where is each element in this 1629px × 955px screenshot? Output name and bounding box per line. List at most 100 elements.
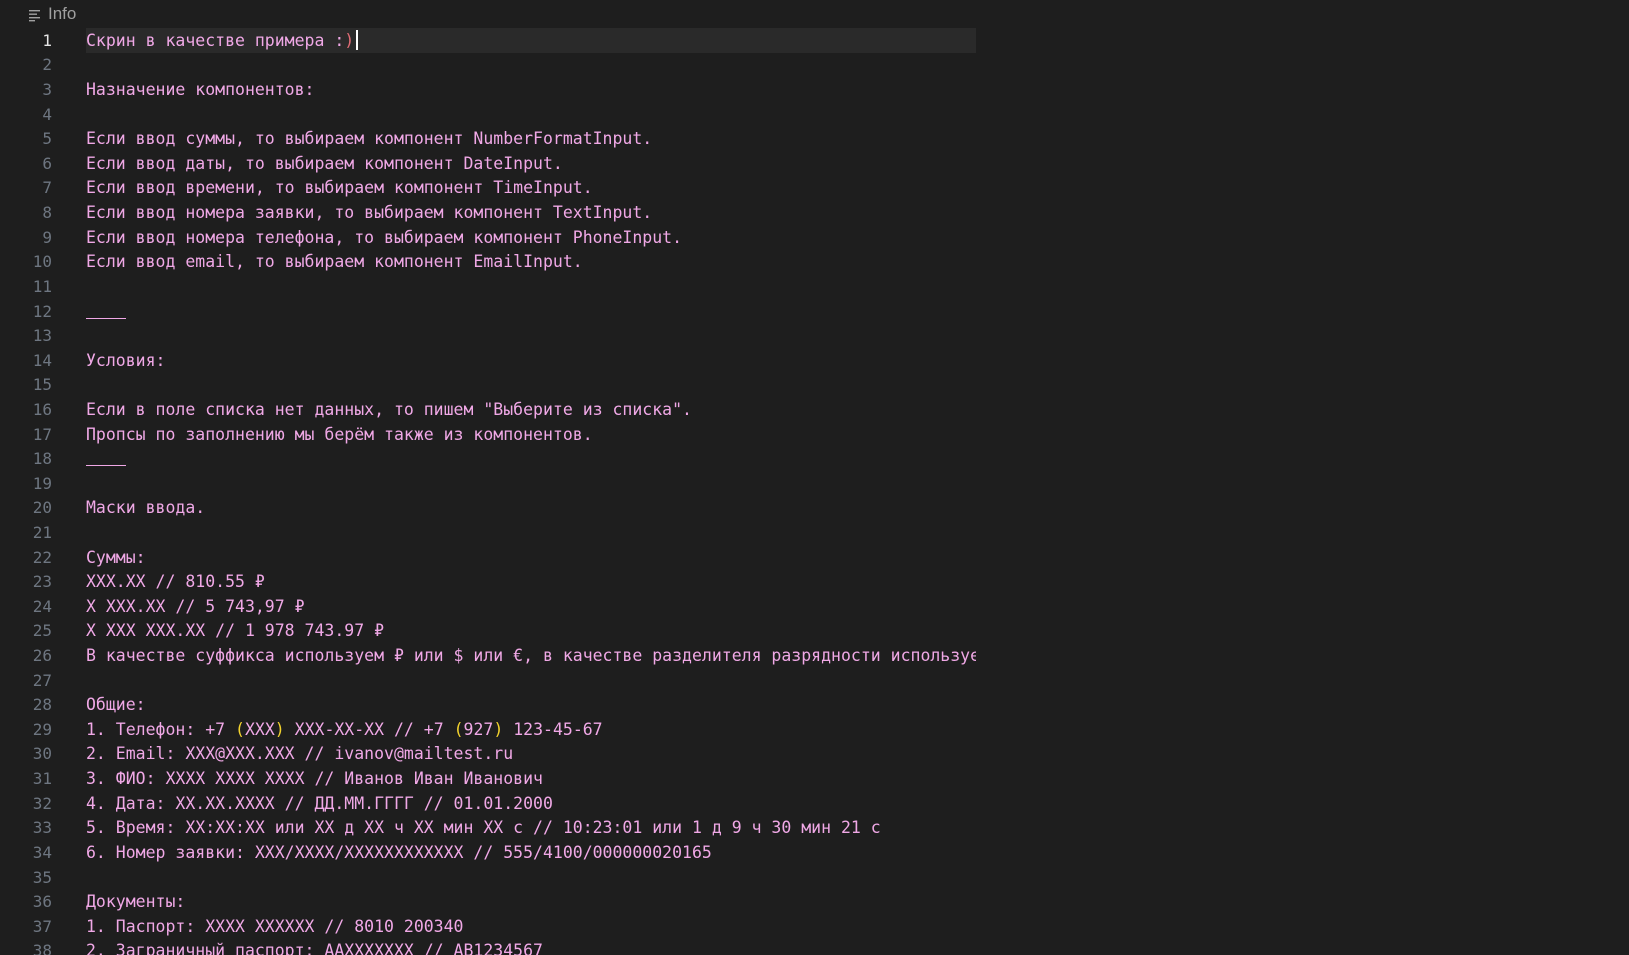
line-number: 8 xyxy=(42,203,52,223)
line-content: Если ввод номера заявки, то выбираем ком… xyxy=(86,200,976,225)
smile-paren-token: ) xyxy=(344,30,355,50)
text-token: 123-45-67 xyxy=(503,719,603,739)
editor-line[interactable]: 5 Если ввод суммы, то выбираем компонент … xyxy=(0,126,1629,151)
editor-line[interactable]: 15 xyxy=(0,373,1629,398)
editor-line[interactable]: 30 2. Email: XXX@XXX.XXX // ivanov@mailte… xyxy=(0,742,1629,767)
editor-line[interactable]: 38 2. Заграничный паспорт: AAXXXXXXX // A… xyxy=(0,939,1629,955)
line-number: 18 xyxy=(32,449,52,469)
editor-line[interactable]: 25 X XXX XXX.XX // 1 978 743.97 ₽ xyxy=(0,619,1629,644)
line-content: Условия: xyxy=(86,348,976,373)
editor-line[interactable]: 36 Документы: xyxy=(0,889,1629,914)
editor-line[interactable]: 19 xyxy=(0,471,1629,496)
editor-line[interactable]: 37 1. Паспорт: XXXX XXXXXX // 8010 200340 xyxy=(0,914,1629,939)
editor-line[interactable]: 24 X XXX.XX // 5 743,97 ₽ xyxy=(0,594,1629,619)
line-content: Если ввод номера телефона, то выбираем к… xyxy=(86,225,976,250)
editor-line[interactable]: 3 Назначение компонентов: xyxy=(0,77,1629,102)
editor-line[interactable]: 12 xyxy=(0,299,1629,324)
line-content: Назначение компонентов: xyxy=(86,77,976,102)
line-content: Документы: xyxy=(86,889,976,914)
line-number: 3 xyxy=(42,80,52,100)
editor-line[interactable]: 14 Условия: xyxy=(0,348,1629,373)
editor-line[interactable]: 22 Суммы: xyxy=(0,545,1629,570)
code-text: Назначение компонентов: xyxy=(86,80,315,100)
line-content xyxy=(86,102,976,127)
editor-line[interactable]: 11 xyxy=(0,274,1629,299)
editor-line[interactable]: 32 4. Дата: XX.XX.XXXX // ДД.ММ.ГГГГ // 0… xyxy=(0,791,1629,816)
line-number: 23 xyxy=(32,572,52,592)
editor-line[interactable]: 31 3. ФИО: XXXX XXXX XXXX // Иванов Иван … xyxy=(0,766,1629,791)
line-content: Если в поле списка нет данных, то пишем … xyxy=(86,397,976,422)
line-number: 7 xyxy=(42,178,52,198)
line-number: 12 xyxy=(32,301,52,321)
editor-line[interactable]: 27 xyxy=(0,668,1629,693)
editor-line[interactable]: 9 Если ввод номера телефона, то выбираем … xyxy=(0,225,1629,250)
editor-line[interactable]: 28 Общие: xyxy=(0,692,1629,717)
line-number: 16 xyxy=(32,399,52,419)
line-content xyxy=(86,373,976,398)
line-number: 1 xyxy=(42,30,52,50)
code-text: Маски ввода. xyxy=(86,498,206,518)
code-text: 4. Дата: XX.XX.XXXX // ДД.ММ.ГГГГ // 01.… xyxy=(86,793,553,813)
code-text: Если ввод номера заявки, то выбираем ком… xyxy=(86,203,653,223)
text-cursor xyxy=(356,30,359,51)
line-number: 25 xyxy=(32,621,52,641)
editor-line[interactable]: 34 6. Номер заявки: XXX/XXXX/XXXXXXXXXXXX… xyxy=(0,840,1629,865)
editor-line[interactable]: 2 xyxy=(0,53,1629,78)
code-text: 5. Время: XX:XX:XX или XX д XX ч XX мин … xyxy=(86,818,881,838)
code-text: 1. Телефон: +7 (XXX) XXX-XX-XX // +7 (92… xyxy=(86,720,603,739)
editor-line[interactable]: 35 xyxy=(0,865,1629,890)
code-text: Пропсы по заполнению мы берём также из к… xyxy=(86,424,593,444)
line-number: 35 xyxy=(32,867,52,887)
editor-line[interactable]: 8 Если ввод номера заявки, то выбираем ко… xyxy=(0,200,1629,225)
editor-line[interactable]: 4 xyxy=(0,102,1629,127)
line-content xyxy=(86,53,976,78)
code-text: Скрин в качестве примера : xyxy=(86,30,345,50)
line-content xyxy=(86,299,976,324)
editor-line[interactable]: 16 Если в поле списка нет данных, то пише… xyxy=(0,397,1629,422)
code-text: Если ввод даты, то выбираем компонент Da… xyxy=(86,153,563,173)
line-content: Пропсы по заполнению мы берём также из к… xyxy=(86,422,976,447)
line-content xyxy=(86,520,976,545)
code-editor[interactable]: 1 Скрин в качестве примера :) 2 3 Назначение… xyxy=(0,28,1629,955)
line-content: 1. Телефон: +7 (XXX) XXX-XX-XX // +7 (92… xyxy=(86,717,976,742)
line-content: 2. Email: XXX@XXX.XXX // ivanov@mailtest… xyxy=(86,742,976,767)
editor-line[interactable]: 6 Если ввод даты, то выбираем компонент D… xyxy=(0,151,1629,176)
line-content xyxy=(86,668,976,693)
line-number: 31 xyxy=(32,769,52,789)
editor-line[interactable]: 18 xyxy=(0,446,1629,471)
line-number: 32 xyxy=(32,793,52,813)
line-content xyxy=(86,323,976,348)
line-content: X XXX.XX // 5 743,97 ₽ xyxy=(86,594,976,619)
editor-line[interactable]: 21 xyxy=(0,520,1629,545)
line-number: 14 xyxy=(32,350,52,370)
editor-line[interactable]: 10 Если ввод email, то выбираем компонент… xyxy=(0,249,1629,274)
code-text: Документы: xyxy=(86,892,186,912)
line-number: 24 xyxy=(32,596,52,616)
code-text: Суммы: xyxy=(86,547,146,567)
line-number: 30 xyxy=(32,744,52,764)
editor-line[interactable]: 7 Если ввод времени, то выбираем компонен… xyxy=(0,176,1629,201)
line-content: Суммы: xyxy=(86,545,976,570)
editor-line[interactable]: 33 5. Время: XX:XX:XX или XX д XX ч XX ми… xyxy=(0,816,1629,841)
line-number: 6 xyxy=(42,153,52,173)
editor-line[interactable]: 1 Скрин в качестве примера :) xyxy=(0,28,1629,53)
line-content: 4. Дата: XX.XX.XXXX // ДД.ММ.ГГГГ // 01.… xyxy=(86,791,976,816)
editor-line[interactable]: 20 Маски ввода. xyxy=(0,496,1629,521)
line-number: 9 xyxy=(42,227,52,247)
line-number: 22 xyxy=(32,547,52,567)
line-number: 20 xyxy=(32,498,52,518)
editor-line[interactable]: 17 Пропсы по заполнению мы берём также из… xyxy=(0,422,1629,447)
editor-line[interactable]: 13 xyxy=(0,323,1629,348)
code-text: X XXX XXX.XX // 1 978 743.97 ₽ xyxy=(86,621,385,641)
editor-line[interactable]: 29 1. Телефон: +7 (XXX) XXX-XX-XX // +7 (… xyxy=(0,717,1629,742)
line-number: 29 xyxy=(32,719,52,739)
editor-line[interactable]: 26 В качестве суффикса используем ₽ или $… xyxy=(0,643,1629,668)
code-text: Общие: xyxy=(86,695,146,715)
breadcrumb[interactable]: Info xyxy=(28,0,76,28)
editor-line[interactable]: 23 XXX.XX // 810.55 ₽ xyxy=(0,569,1629,594)
code-text: Если ввод времени, то выбираем компонент… xyxy=(86,178,593,198)
code-text: Если ввод email, то выбираем компонент E… xyxy=(86,252,583,272)
line-content: В качестве суффикса используем ₽ или $ и… xyxy=(86,643,976,668)
line-content xyxy=(86,865,976,890)
paren-token: ( xyxy=(453,719,464,739)
